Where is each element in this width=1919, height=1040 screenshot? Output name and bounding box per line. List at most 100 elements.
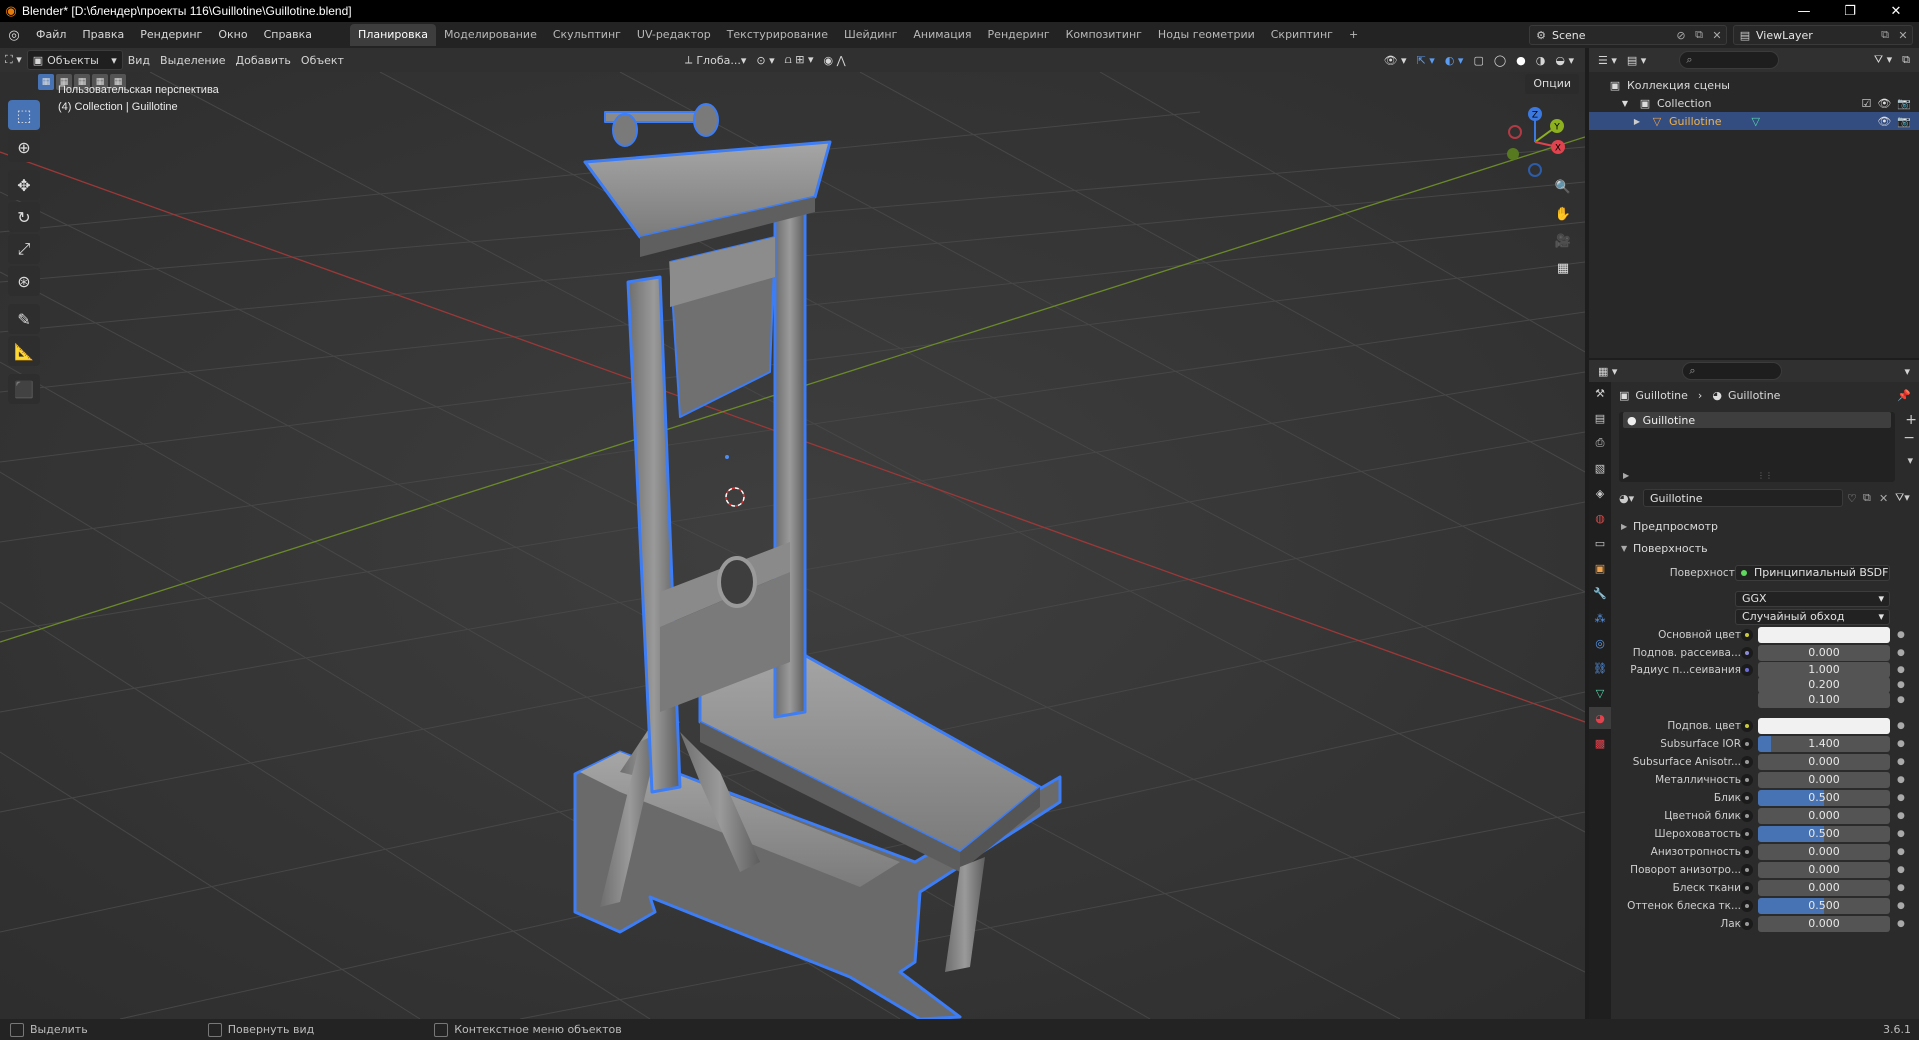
transform-orientation[interactable]: ⟂ Глоба... ▾ [680,50,751,70]
options-dropdown[interactable]: Опции [1525,74,1579,94]
delete-scene-icon[interactable]: ✕ [1708,29,1726,42]
add-cube-tool[interactable]: ⬛ [8,374,40,404]
value-slider[interactable]: 0.000 [1758,808,1890,824]
view-layer-selector[interactable]: ▤ ViewLayer ⧉ ✕ [1733,25,1913,45]
chevron-down-icon[interactable]: ▾ [1899,361,1915,381]
material-slot-item[interactable]: ● Guillotine [1623,412,1891,428]
value-slider[interactable]: 0.000 [1758,916,1890,932]
camera-render-icon[interactable]: 📷 [1897,97,1911,110]
value-slider[interactable]: 0.100 [1758,691,1890,708]
keyframe-dot-icon[interactable]: ● [1897,665,1905,675]
value-slider[interactable]: 0.500 [1758,790,1890,806]
add-workspace-button[interactable]: + [1341,24,1366,46]
new-scene-icon[interactable]: ⧉ [1690,28,1708,42]
select-new-icon[interactable]: ▦ [38,74,54,90]
new-collection-icon[interactable]: ⧉ [1897,50,1915,70]
resize-handle-icon[interactable]: ⋮⋮ [1757,471,1773,480]
scene-name[interactable]: Scene [1552,29,1672,42]
surface-shader-field[interactable]: Принципиальный BSDF [1735,565,1890,581]
overlay-icon[interactable]: ◐ ▾ [1440,50,1469,70]
socket-icon[interactable] [1741,663,1753,676]
cursor-tool[interactable]: ⊕ [8,132,40,162]
socket-icon[interactable] [1741,864,1753,876]
navigation-gizmo[interactable]: Z Y X [1495,102,1575,182]
keyframe-dot-icon[interactable]: ● [1897,811,1905,821]
filter-icon[interactable]: ⛛ ▾ [1869,50,1897,70]
value-slider[interactable]: 0.000 [1758,754,1890,770]
menu-view[interactable]: Вид [123,50,155,70]
value-slider[interactable]: 1.000 [1758,661,1890,678]
outliner-collection[interactable]: ▼ ▣ Collection ☑ 👁 📷 [1589,94,1919,112]
socket-icon[interactable] [1741,882,1753,894]
value-slider[interactable]: 0.200 [1758,676,1890,693]
maximize-button[interactable]: ❐ [1827,0,1873,22]
snap-icon[interactable]: ⩍ ⊞ ▾ [780,50,819,70]
neg-z-axis-icon[interactable] [1528,163,1542,177]
3d-viewport[interactable]: ▦ ▦ ▦ ▦ ▦ Опции Пользовательская перспек… [0,72,1585,1019]
socket-icon[interactable] [1741,810,1753,822]
value-slider[interactable]: 0.000 [1758,844,1890,860]
xray-icon[interactable]: ▢ [1468,50,1488,70]
keyframe-dot-icon[interactable]: ● [1897,793,1905,803]
menu-select[interactable]: Выделение [155,50,231,70]
socket-icon[interactable] [1741,720,1753,732]
pivot-point-icon[interactable]: ⊙ ▾ [751,50,779,70]
keyframe-dot-icon[interactable]: ● [1897,919,1905,929]
rendered-shading-icon[interactable]: ◒ ▾ [1550,50,1579,70]
material-tab-icon[interactable]: ◕ [1589,707,1611,729]
editor-type-icon[interactable]: ⛶ ▾ [0,50,27,70]
tab-layout[interactable]: Планировка [350,24,437,46]
value-slider[interactable]: 1.400 [1758,736,1890,752]
visibility-icon[interactable]: 👁 ▾ [1379,50,1412,70]
value-slider[interactable]: 0.500 [1758,898,1890,914]
keyframe-dot-icon[interactable]: ● [1897,757,1905,767]
color-swatch[interactable] [1758,627,1890,643]
rotate-tool[interactable]: ↻ [8,202,40,232]
material-shading-icon[interactable]: ◑ [1531,50,1551,70]
properties-search-input[interactable]: ⌕ [1682,362,1783,380]
constraints-tab-icon[interactable]: ⛓ [1589,657,1611,679]
tab-shading[interactable]: Шейдинг [836,24,905,46]
properties-editor-icon[interactable]: ▦ ▾ [1593,361,1622,381]
slot-specials-icon[interactable]: ▾ [1907,454,1913,467]
camera-icon[interactable]: 🎥 [1550,228,1576,254]
pan-hand-icon[interactable]: ✋ [1550,201,1576,227]
view-layer-tab-icon[interactable]: ▧ [1589,457,1611,479]
duplicate-material-icon[interactable]: ⧉ [1863,491,1879,505]
keyframe-dot-icon[interactable]: ● [1897,829,1905,839]
value-slider[interactable]: 0.000 [1758,862,1890,878]
new-view-layer-icon[interactable]: ⧉ [1876,28,1894,42]
keyframe-dot-icon[interactable]: ● [1897,775,1905,785]
keyframe-dot-icon[interactable]: ● [1897,695,1905,705]
distribution-dropdown[interactable]: GGX ▾ [1735,591,1890,607]
keyframe-dot-icon[interactable]: ● [1897,901,1905,911]
outliner-editor-icon[interactable]: ☰ ▾ [1593,50,1622,70]
output-tab-icon[interactable]: ⎙ [1589,432,1611,454]
keyframe-dot-icon[interactable]: ● [1897,865,1905,875]
color-swatch[interactable] [1758,718,1890,734]
socket-icon[interactable] [1741,647,1753,659]
material-slot-list[interactable]: ● Guillotine ▶ ⋮⋮ + − ▾ [1619,412,1917,482]
menu-file[interactable]: Файл [28,22,74,48]
menu-add[interactable]: Добавить [231,50,296,70]
eye-icon[interactable]: 👁 [1877,115,1891,128]
render-tab-icon[interactable]: ▤ [1589,407,1611,429]
tab-compositing[interactable]: Композитинг [1058,24,1150,46]
surface-panel-header[interactable]: ▼ Поверхность [1613,538,1919,558]
tab-texture-paint[interactable]: Текстурирование [719,24,836,46]
texture-tab-icon[interactable]: ▩ [1589,732,1611,754]
outliner-object-guillotine[interactable]: ▶ ▽ Guillotine ▽ 👁 📷 [1589,112,1919,130]
socket-icon[interactable] [1741,900,1753,912]
socket-icon[interactable] [1741,756,1753,768]
world-tab-icon[interactable]: ◍ [1589,507,1611,529]
socket-icon[interactable] [1741,846,1753,858]
keyframe-dot-icon[interactable]: ● [1897,680,1905,690]
zoom-icon[interactable]: 🔍 [1550,174,1576,200]
proportional-edit-icon[interactable]: ◉ ⋀ [819,50,851,70]
expand-arrow-icon[interactable]: ▶ [1629,117,1645,126]
tab-geometry-nodes[interactable]: Ноды геометрии [1150,24,1263,46]
gizmo-icon[interactable]: ⇱ ▾ [1412,50,1440,70]
camera-render-icon[interactable]: 📷 [1897,115,1911,128]
value-slider[interactable]: 0.000 [1758,645,1890,661]
modifier-tab-icon[interactable]: 🔧 [1589,582,1611,604]
